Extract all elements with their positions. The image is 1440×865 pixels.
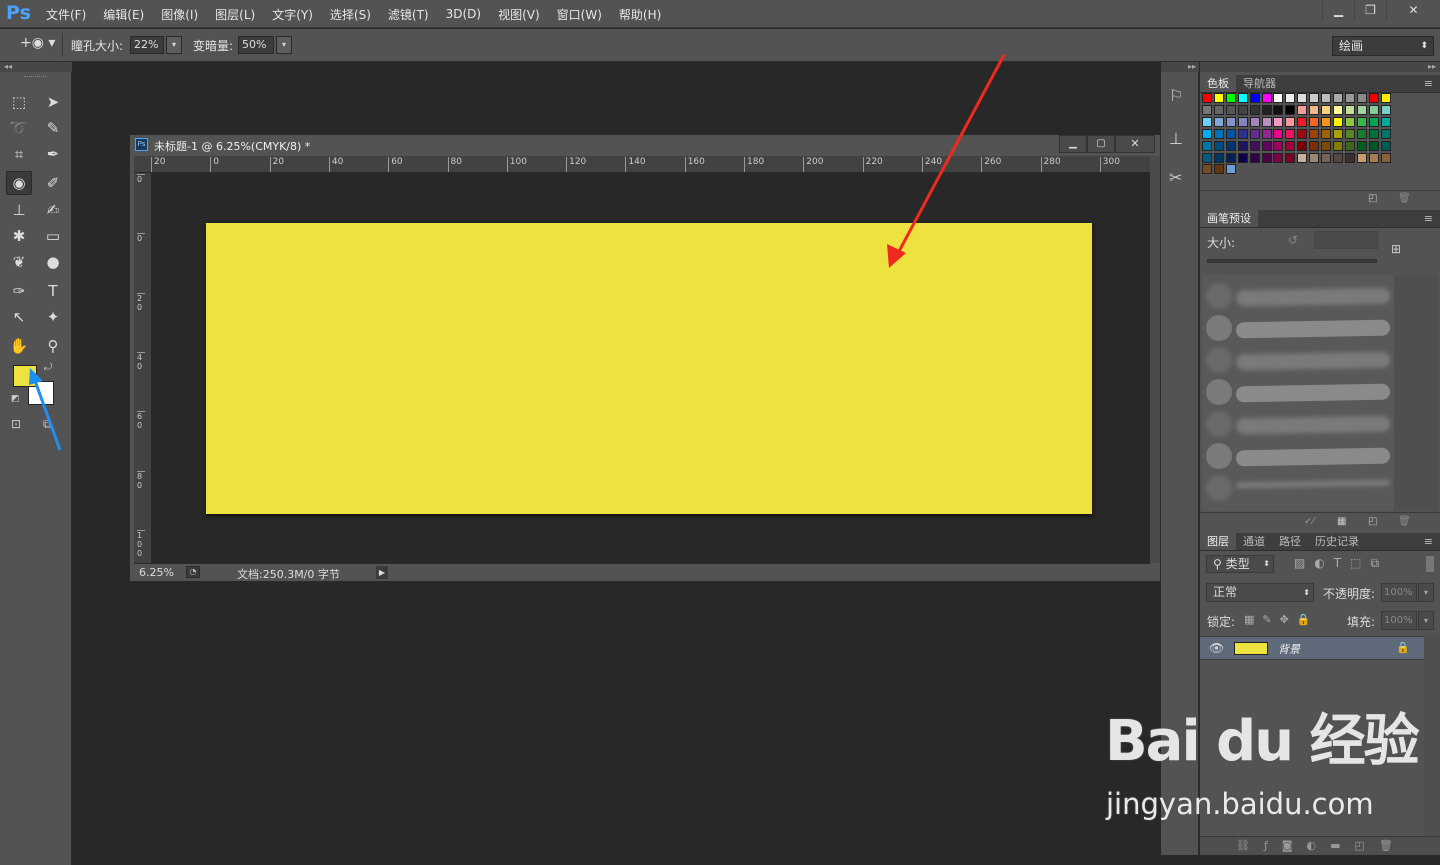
annotation-overlay: [29, 54, 1006, 451]
red-annotation-arrow: [887, 54, 1006, 268]
blue-annotation-arrow: [29, 368, 62, 451]
